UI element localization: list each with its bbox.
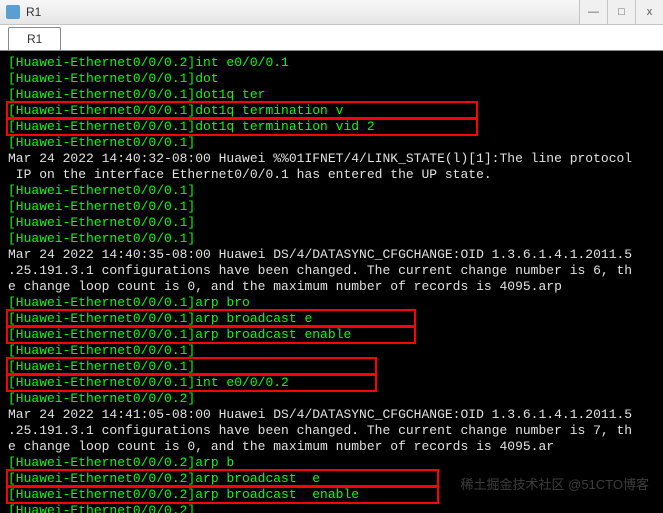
terminal-line: [Huawei-Ethernet0/0/0.2] xyxy=(8,503,655,513)
terminal-line: [Huawei-Ethernet0/0/0.1] xyxy=(8,215,655,231)
terminal-line: [Huawei-Ethernet0/0/0.1]int e0/0/0.2 xyxy=(8,375,655,391)
window-controls: — □ x xyxy=(579,0,663,24)
maximize-button[interactable]: □ xyxy=(607,0,635,24)
tab-r1[interactable]: R1 xyxy=(8,27,61,50)
highlighted-text: [Huawei-Ethernet0/0/0.1]dot1q terminatio… xyxy=(8,119,476,134)
minimize-button[interactable]: — xyxy=(579,0,607,24)
terminal-line: [Huawei-Ethernet0/0/0.1]dot1q terminatio… xyxy=(8,119,655,135)
terminal-line: [Huawei-Ethernet0/0/0.2]arp b xyxy=(8,455,655,471)
window-title: R1 xyxy=(26,5,41,19)
tab-bar: R1 xyxy=(0,25,663,51)
title-bar: R1 — □ x xyxy=(0,0,663,25)
terminal-line: [Huawei-Ethernet0/0/0.2] xyxy=(8,391,655,407)
terminal-line: [Huawei-Ethernet0/0/0.2]int e0/0/0.1 xyxy=(8,55,655,71)
terminal-line: [Huawei-Ethernet0/0/0.1]dot1q ter xyxy=(8,87,655,103)
terminal-line: [Huawei-Ethernet0/0/0.1]arp bro xyxy=(8,295,655,311)
highlighted-text: [Huawei-Ethernet0/0/0.1] xyxy=(8,359,375,374)
terminal-line: [Huawei-Ethernet0/0/0.1]arp broadcast en… xyxy=(8,327,655,343)
terminal-line: [Huawei-Ethernet0/0/0.1]dot xyxy=(8,71,655,87)
terminal-output[interactable]: [Huawei-Ethernet0/0/0.2]int e0/0/0.1[Hua… xyxy=(0,51,663,513)
terminal-line: Mar 24 2022 14:41:05-08:00 Huawei DS/4/D… xyxy=(8,407,655,423)
close-button[interactable]: x xyxy=(635,0,663,24)
highlighted-text: [Huawei-Ethernet0/0/0.2]arp broadcast e xyxy=(8,471,437,486)
terminal-line: [Huawei-Ethernet0/0/0.1] xyxy=(8,359,655,375)
app-icon xyxy=(6,5,20,19)
highlighted-text: [Huawei-Ethernet0/0/0.1]int e0/0/0.2 xyxy=(8,375,375,390)
terminal-line: [Huawei-Ethernet0/0/0.1]arp broadcast e xyxy=(8,311,655,327)
terminal-line: [Huawei-Ethernet0/0/0.2]arp broadcast e xyxy=(8,471,655,487)
highlighted-text: [Huawei-Ethernet0/0/0.1]arp broadcast en… xyxy=(8,327,414,342)
terminal-line: [Huawei-Ethernet0/0/0.1] xyxy=(8,135,655,151)
highlighted-text: [Huawei-Ethernet0/0/0.2]arp broadcast en… xyxy=(8,487,437,502)
terminal-line: e change loop count is 0, and the maximu… xyxy=(8,439,655,455)
terminal-line: Mar 24 2022 14:40:35-08:00 Huawei DS/4/D… xyxy=(8,247,655,263)
terminal-line: [Huawei-Ethernet0/0/0.1] xyxy=(8,231,655,247)
terminal-line: [Huawei-Ethernet0/0/0.1]dot1q terminatio… xyxy=(8,103,655,119)
highlighted-text: [Huawei-Ethernet0/0/0.1]dot1q terminatio… xyxy=(8,103,476,118)
terminal-line: Mar 24 2022 14:40:32-08:00 Huawei %%01IF… xyxy=(8,151,655,167)
terminal-line: IP on the interface Ethernet0/0/0.1 has … xyxy=(8,167,655,183)
terminal-line: .25.191.3.1 configurations have been cha… xyxy=(8,263,655,279)
highlighted-text: [Huawei-Ethernet0/0/0.1]arp broadcast e xyxy=(8,311,414,326)
terminal-line: [Huawei-Ethernet0/0/0.1] xyxy=(8,199,655,215)
terminal-line: [Huawei-Ethernet0/0/0.2]arp broadcast en… xyxy=(8,487,655,503)
terminal-line: [Huawei-Ethernet0/0/0.1] xyxy=(8,183,655,199)
terminal-line: [Huawei-Ethernet0/0/0.1] xyxy=(8,343,655,359)
terminal-line: e change loop count is 0, and the maximu… xyxy=(8,279,655,295)
terminal-line: .25.191.3.1 configurations have been cha… xyxy=(8,423,655,439)
